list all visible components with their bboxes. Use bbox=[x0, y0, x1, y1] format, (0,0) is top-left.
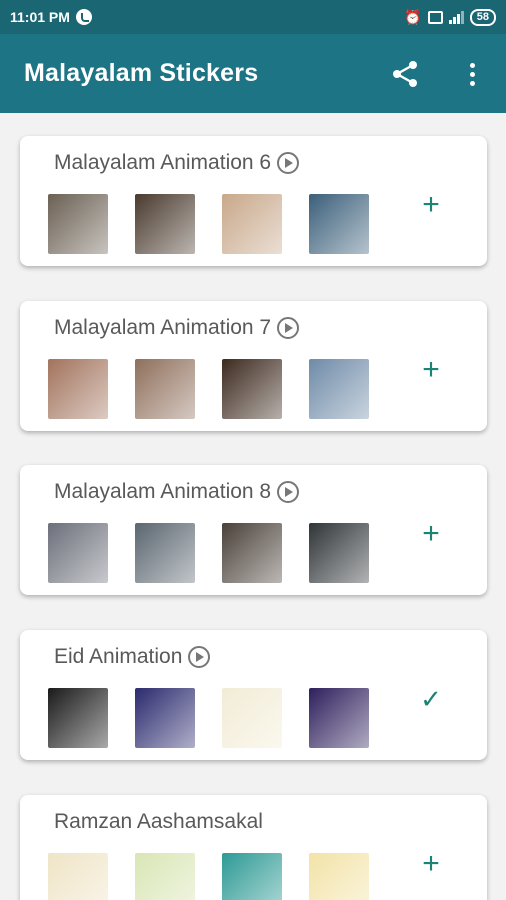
sticker-thumbnail bbox=[135, 688, 195, 748]
sticker-pack-list[interactable]: Malayalam Animation 6 + Malayalam Animatio… bbox=[0, 113, 506, 900]
pack-name: Eid Animation bbox=[54, 645, 211, 669]
sticker-thumbnail bbox=[309, 359, 369, 419]
status-time: 11:01 PM bbox=[10, 9, 70, 25]
sticker-thumbnail bbox=[222, 523, 282, 583]
sticker-thumbnail bbox=[309, 523, 369, 583]
sticker-thumbnail bbox=[135, 523, 195, 583]
sticker-thumbnail bbox=[309, 853, 369, 900]
call-icon bbox=[75, 9, 92, 25]
sticker-thumbnail bbox=[135, 853, 195, 900]
sticker-thumbnail bbox=[222, 359, 282, 419]
sticker-thumbnail bbox=[222, 688, 282, 748]
add-pack-button[interactable]: + bbox=[417, 519, 445, 549]
pack-name-label: Malayalam Animation 8 bbox=[54, 480, 272, 503]
added-check-icon[interactable]: ✓ bbox=[417, 685, 445, 713]
sticker-thumbnail bbox=[309, 194, 369, 254]
play-icon[interactable] bbox=[277, 152, 300, 174]
sticker-thumbnail bbox=[48, 853, 108, 900]
sticker-thumbnail bbox=[309, 688, 369, 748]
pack-name: Ramzan Aashamsakal bbox=[54, 810, 263, 834]
play-icon[interactable] bbox=[188, 646, 211, 668]
sticker-pack-card[interactable]: Malayalam Animation 6 + bbox=[20, 136, 487, 266]
status-icons: ⏰ 58 bbox=[404, 8, 496, 26]
sticker-thumbnail bbox=[135, 194, 195, 254]
battery-icon: 58 bbox=[469, 8, 496, 26]
sticker-pack-card[interactable]: Eid Animation ✓ bbox=[20, 630, 487, 760]
sticker-thumbnail bbox=[222, 853, 282, 900]
pack-name-label: Eid Animation bbox=[54, 645, 183, 668]
sticker-thumbnail bbox=[135, 359, 195, 419]
sticker-thumbnail bbox=[48, 359, 108, 419]
app-bar: Malayalam Stickers bbox=[0, 34, 506, 113]
add-pack-button[interactable]: + bbox=[417, 190, 445, 220]
sticker-thumbnail bbox=[48, 688, 108, 748]
sticker-thumbnail bbox=[48, 523, 108, 583]
alarm-off-icon: ⏰ bbox=[404, 8, 422, 25]
signal-icon bbox=[448, 10, 464, 24]
add-pack-button[interactable]: + bbox=[417, 849, 445, 879]
add-pack-button[interactable]: + bbox=[417, 355, 445, 385]
play-icon[interactable] bbox=[277, 317, 300, 339]
pack-name-label: Malayalam Animation 7 bbox=[54, 316, 272, 339]
play-icon[interactable] bbox=[277, 481, 300, 503]
status-bar: 11:01 PM ⏰ 58 bbox=[0, 0, 506, 34]
sticker-pack-card[interactable]: Malayalam Animation 7 + bbox=[20, 301, 487, 431]
sim-icon bbox=[427, 10, 443, 24]
pack-name: Malayalam Animation 6 bbox=[54, 151, 300, 175]
more-vert-icon[interactable] bbox=[462, 58, 482, 90]
sticker-thumbnail bbox=[222, 194, 282, 254]
share-icon[interactable] bbox=[389, 58, 421, 90]
pack-name: Malayalam Animation 7 bbox=[54, 316, 300, 340]
pack-name-label: Malayalam Animation 6 bbox=[54, 151, 272, 174]
sticker-pack-card[interactable]: Malayalam Animation 8 + bbox=[20, 465, 487, 595]
sticker-pack-card[interactable]: Ramzan Aashamsakal + bbox=[20, 795, 487, 900]
pack-name: Malayalam Animation 8 bbox=[54, 480, 300, 504]
sticker-thumbnail bbox=[48, 194, 108, 254]
app-title: Malayalam Stickers bbox=[24, 59, 259, 87]
pack-name-label: Ramzan Aashamsakal bbox=[54, 810, 263, 833]
